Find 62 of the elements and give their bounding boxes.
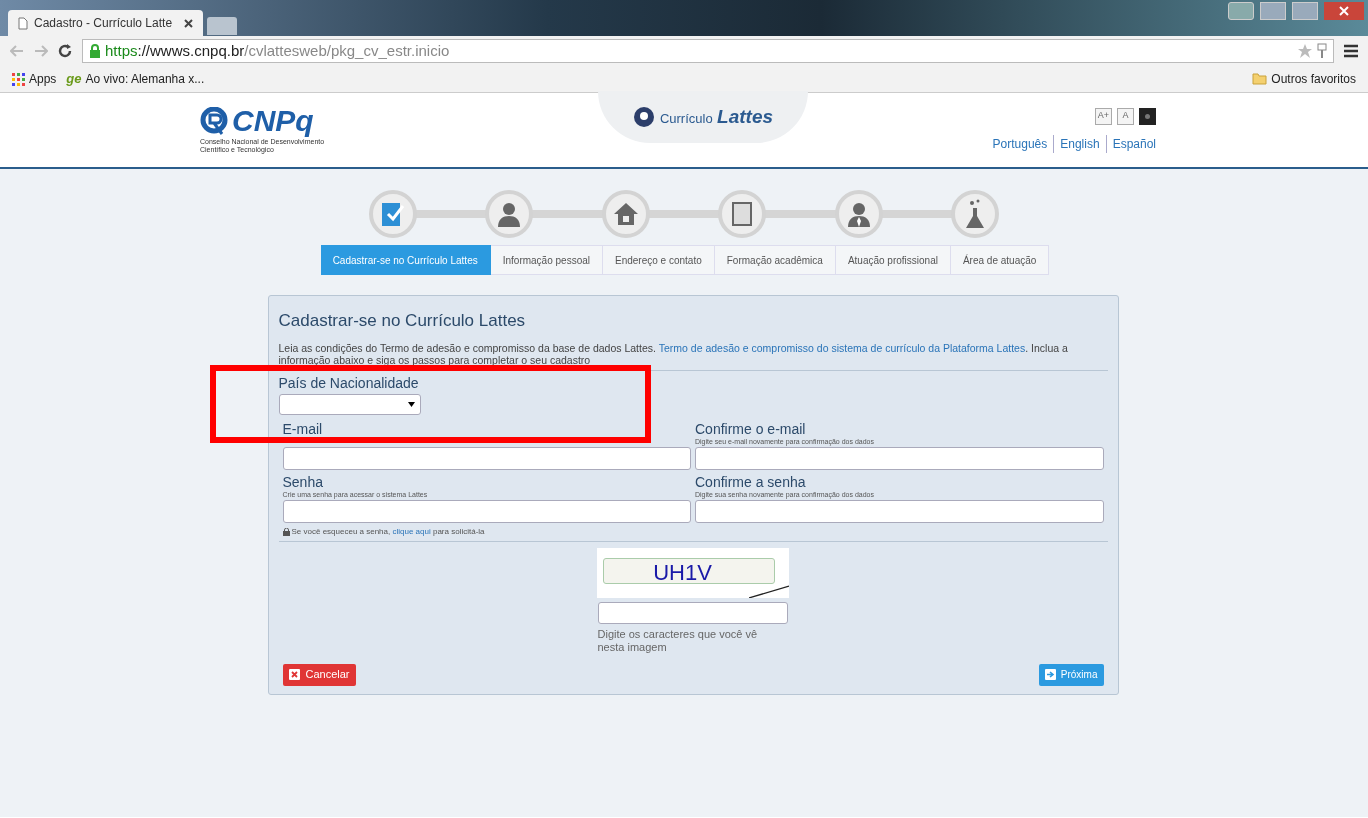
cancel-button[interactable]: Cancelar bbox=[282, 663, 356, 686]
language-link[interactable]: Português bbox=[992, 134, 1048, 153]
form-title: Cadastrar-se no Currículo Lattes bbox=[278, 310, 527, 332]
lattes-logo-icon bbox=[632, 106, 655, 128]
step-tab[interactable]: Atuação profissional bbox=[835, 245, 951, 275]
checklist-icon bbox=[380, 200, 406, 228]
field-label: País de Nacionalidade bbox=[278, 373, 420, 393]
field-label: Confirme a senha bbox=[695, 473, 807, 490]
intro-text: Leia as condições do Termo de adesão e compromisso da base de dados Lattes. Termo de adesão e compromisso do sistema de currículo da Plataforma Lattes. Inclua a informação abaixo e siga os passos para completar o seu cadastro bbox=[278, 341, 1108, 371]
close-icon bbox=[1339, 6, 1349, 16]
book-icon bbox=[731, 201, 754, 227]
caret-icon bbox=[407, 401, 415, 407]
input-field[interactable] bbox=[282, 499, 691, 523]
page-icon bbox=[18, 16, 28, 30]
font-size-button[interactable]: A+ bbox=[1095, 107, 1112, 125]
profile-button[interactable] bbox=[1228, 2, 1254, 20]
close-icon bbox=[288, 669, 300, 680]
country-dropdown[interactable] bbox=[278, 393, 421, 415]
input-field[interactable] bbox=[282, 446, 691, 470]
captcha-input[interactable] bbox=[597, 601, 788, 624]
input-field[interactable] bbox=[695, 446, 1104, 470]
captcha-text: UH1V bbox=[653, 559, 712, 587]
logo-text: CNPq bbox=[232, 106, 314, 136]
star-icon[interactable] bbox=[1297, 43, 1313, 59]
language-link[interactable]: Español bbox=[1105, 134, 1156, 153]
forgot-password-text: Se você esqueceu a senha, clique aqui para solicitá-la bbox=[278, 525, 1108, 542]
minimize-button[interactable] bbox=[1260, 2, 1286, 20]
contrast-button[interactable] bbox=[1139, 107, 1156, 125]
menu-icon[interactable] bbox=[1344, 44, 1358, 58]
input-field[interactable] bbox=[695, 499, 1104, 523]
apps-grid-icon bbox=[12, 72, 25, 86]
help-link[interactable]: clique aqui bbox=[392, 526, 431, 536]
field-label: Senha bbox=[282, 473, 324, 490]
arrow-right-icon bbox=[1044, 669, 1056, 680]
bookmark-item[interactable]: Apps bbox=[12, 70, 57, 88]
close-window-button[interactable] bbox=[1324, 2, 1364, 20]
font-size-button[interactable]: A bbox=[1117, 107, 1134, 125]
bookmark-folder[interactable]: Outros favoritos bbox=[1252, 70, 1356, 88]
close-icon[interactable] bbox=[184, 18, 193, 28]
maximize-button[interactable] bbox=[1292, 2, 1318, 20]
logo-icon bbox=[200, 107, 230, 135]
step-tab[interactable]: Endereço e contato bbox=[603, 245, 715, 275]
reload-icon[interactable] bbox=[58, 44, 72, 58]
address-bar[interactable]: https://wwws.cnpq.br/cvlattesweb/pkg_cv_estr.inicio bbox=[82, 39, 1334, 63]
house-icon bbox=[612, 201, 639, 227]
step-tab[interactable]: Informação pessoal bbox=[490, 245, 603, 275]
lock-icon bbox=[89, 44, 101, 58]
product-name: Currículo Lattes bbox=[659, 104, 774, 129]
lock-icon bbox=[282, 527, 290, 536]
tab-title: Cadastro - Currículo Latte bbox=[34, 15, 173, 32]
step-tab[interactable]: Área de atuação bbox=[950, 245, 1050, 275]
language-link[interactable]: English bbox=[1053, 134, 1100, 153]
back-icon[interactable] bbox=[10, 45, 24, 57]
folder-icon bbox=[1252, 73, 1268, 85]
captcha-hint: Digite os caracteres que você vê nesta imagem bbox=[597, 627, 759, 654]
browser-tab[interactable]: Cadastro - Currículo Latte bbox=[8, 10, 203, 36]
step-tab[interactable]: Formação acadêmica bbox=[714, 245, 836, 275]
forward-icon[interactable] bbox=[34, 45, 48, 57]
field-label: Confirme o e-mail bbox=[695, 420, 807, 437]
url-text: https://wwws.cnpq.br/cvlattesweb/pkg_cv_estr.inicio bbox=[105, 40, 450, 61]
bookmark-item[interactable]: ge Ao vivo: Alemanha x... bbox=[66, 69, 205, 89]
field-label: E-mail bbox=[282, 420, 324, 437]
